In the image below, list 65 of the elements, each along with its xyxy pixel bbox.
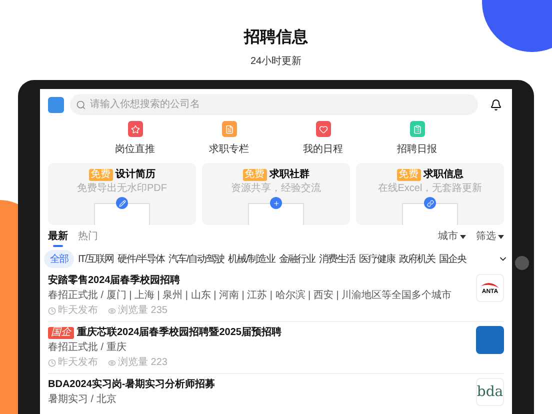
category-chip[interactable]: 硬件/半导体 [118, 250, 164, 268]
feed-tab[interactable]: 热门 [78, 229, 98, 247]
free-tag: 免费 [88, 168, 112, 180]
free-tag: 免费 [242, 168, 266, 180]
job-title[interactable]: 重庆芯联2024届春季校园招聘暨2025届预招聘 [77, 326, 282, 339]
shortcut-item[interactable]: 岗位直推 [105, 121, 165, 157]
promo-title: 求职信息 [424, 168, 464, 182]
document-preview [94, 203, 150, 225]
category-chip[interactable]: 政府机关 [399, 250, 436, 268]
promo-subtitle: 免费导出无水印PDF [77, 183, 167, 195]
view-count: 浏览量 223 [118, 356, 168, 369]
category-chip[interactable]: 国企央 [439, 250, 466, 268]
bookmark-icon [128, 121, 142, 137]
promo-subtitle: 资源共享，经验交流 [231, 183, 321, 195]
feed-tab[interactable]: 最新 [48, 229, 68, 247]
caret-icon [498, 234, 504, 238]
view-count: 浏览量 235 [118, 304, 168, 317]
free-tag: 免费 [396, 168, 420, 180]
document-icon [222, 121, 236, 137]
promo-title: 设计简历 [116, 168, 156, 182]
promo-card[interactable]: 免费 求职信息 在线Excel，无套路更新 [356, 163, 504, 225]
posted-time: 昨天发布 [58, 304, 98, 317]
category-chip[interactable]: 医疗健康 [359, 250, 396, 268]
promo-subtitle: 在线Excel，无套路更新 [378, 183, 482, 195]
eye-icon [108, 306, 116, 314]
category-chip[interactable]: IT/互联网 [78, 250, 114, 268]
document-preview [248, 203, 304, 225]
shortcut-item[interactable]: 求职专栏 [199, 121, 259, 157]
promo-card[interactable]: 免费 设计简历 免费导出无水印PDF [48, 163, 196, 225]
clock-icon [48, 306, 56, 314]
search-input: 请输入你想搜索的公司名 [90, 97, 472, 112]
notification-bell-icon[interactable] [490, 98, 502, 110]
posted-time: 昨天发布 [58, 356, 98, 369]
company-logo: bda [476, 378, 504, 406]
job-details: 春招正式批 / 厦门 | 上海 | 泉州 | 山东 | 河南 | 江苏 | 哈尔滨 | 西安 | 川渝地区等全国多个城市 [48, 289, 452, 302]
report-icon [410, 121, 424, 137]
plus-icon [270, 197, 282, 209]
eye-icon [108, 358, 116, 366]
clock-icon [48, 358, 56, 366]
promo-card[interactable]: 免费 求职社群 资源共享，经验交流 [202, 163, 350, 225]
filter-dropdown[interactable]: 筛选 [476, 229, 504, 244]
page-title: 招聘信息 [244, 28, 308, 48]
caret-icon [460, 234, 466, 238]
job-title[interactable]: 安踏零售2024届春季校园招聘 [48, 274, 180, 287]
edit-icon [116, 197, 128, 209]
category-chip[interactable]: 金融行业 [279, 250, 316, 268]
promo-title: 求职社群 [270, 168, 310, 182]
document-preview [402, 203, 458, 225]
filter-dropdown[interactable]: 城市 [438, 229, 466, 244]
shortcut-item[interactable]: 我的日程 [293, 121, 353, 157]
category-chip[interactable]: 全部 [44, 250, 74, 268]
job-tag: 国企 [48, 326, 74, 338]
link-icon [424, 197, 436, 209]
job-details: 暑期实习 / 北京 [48, 393, 118, 406]
page-subtitle: 24小时更新 [250, 54, 302, 69]
shortcut-item[interactable]: 招聘日报 [387, 121, 447, 157]
search-field[interactable]: 请输入你想搜索的公司名 [70, 94, 478, 115]
category-chip[interactable]: 消费生活 [319, 250, 356, 268]
search-icon [76, 100, 86, 110]
company-logo [476, 326, 504, 354]
job-title[interactable]: BDA2024实习岗-暑期实习分析师招募 [48, 378, 216, 391]
category-chip[interactable]: 汽车/自动驾驶 [168, 250, 224, 268]
app-logo [48, 96, 64, 112]
category-chip[interactable]: 机械/制造业 [228, 250, 276, 268]
job-details: 春招正式批 / 重庆 [48, 341, 128, 354]
